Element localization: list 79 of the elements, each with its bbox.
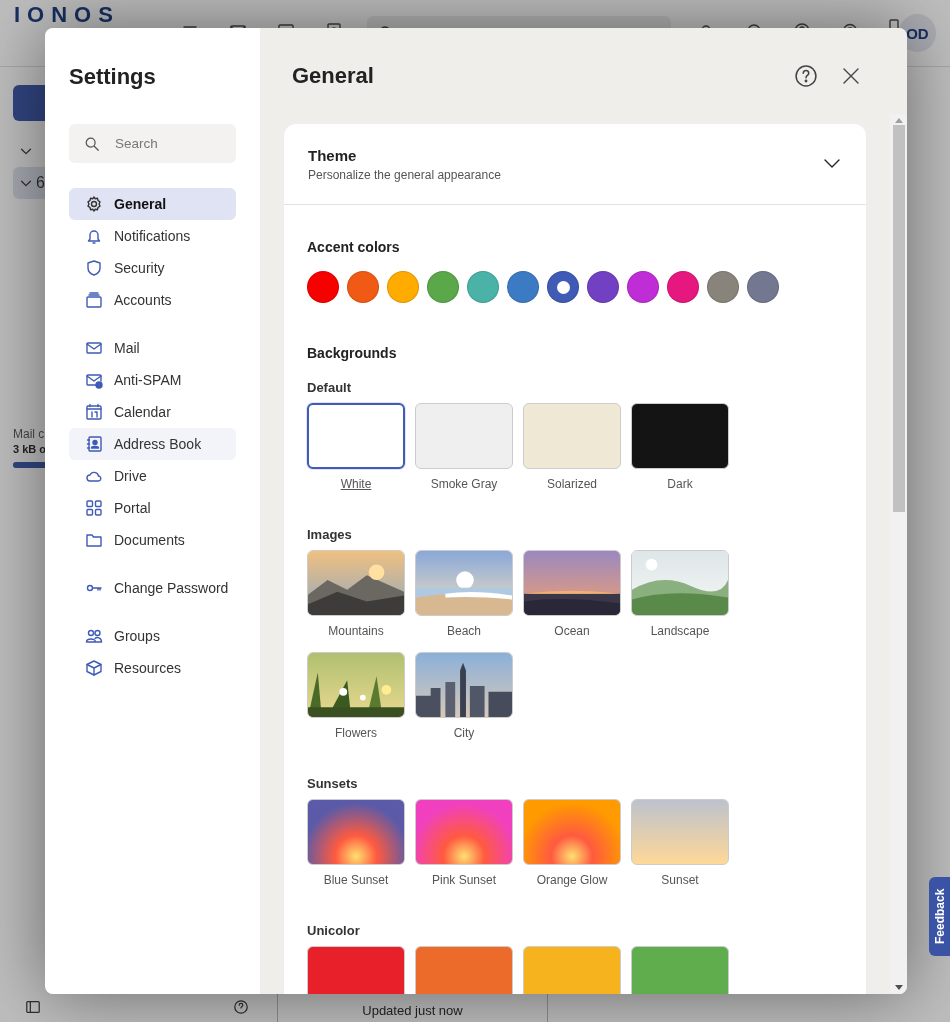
- close-icon: [841, 66, 861, 86]
- accent-color-swatch[interactable]: [627, 271, 659, 303]
- accent-color-swatch[interactable]: [547, 271, 579, 303]
- section-heading: Backgrounds: [307, 345, 398, 361]
- background-swatch[interactable]: [307, 403, 405, 469]
- sidebar-item[interactable]: Security: [69, 252, 236, 284]
- swatch-label: Smoke Gray: [430, 477, 498, 493]
- mail-block-icon: [85, 371, 103, 389]
- group-heading: Unicolor: [307, 923, 361, 938]
- swatch-label: Mountains: [328, 624, 384, 640]
- sidebar-item[interactable]: Portal: [69, 492, 236, 524]
- swatch-label: City: [453, 726, 475, 742]
- swatch-label: Orange Glow: [536, 873, 608, 889]
- sidebar-item[interactable]: Notifications: [69, 220, 236, 252]
- sidebar-item[interactable]: Documents: [69, 524, 236, 556]
- accent-color-swatch[interactable]: [747, 271, 779, 303]
- scrollbar[interactable]: [890, 114, 907, 994]
- swatch-label: Blue Sunset: [323, 873, 389, 889]
- device-icon: [888, 19, 899, 28]
- swatch-label: Dark: [667, 477, 693, 493]
- mail-icon: [85, 339, 103, 357]
- swatch-label: Beach: [447, 624, 481, 640]
- sidebar-item[interactable]: General: [69, 188, 236, 220]
- section-title: Theme: [308, 146, 358, 164]
- quota-label: Mail c: [13, 427, 45, 441]
- swatch-label: Ocean: [554, 624, 590, 640]
- group-heading: Sunsets: [307, 776, 359, 791]
- sidebar-item[interactable]: Address Book: [69, 428, 236, 460]
- accent-color-swatch[interactable]: [707, 271, 739, 303]
- sidebar-item[interactable]: Change Password: [69, 572, 236, 604]
- sidebar-item[interactable]: Calendar: [69, 396, 236, 428]
- logo[interactable]: IONOS: [14, 4, 152, 26]
- swatch-label: Flowers: [335, 726, 377, 742]
- box-icon: [85, 659, 103, 677]
- feedback-tab[interactable]: Feedback: [929, 877, 950, 956]
- search-icon: [84, 136, 100, 152]
- page-title: General: [292, 63, 375, 89]
- settings-dialog-title: Settings: [69, 65, 157, 89]
- help-icon: [795, 65, 817, 87]
- calendar-icon: [85, 403, 103, 421]
- accent-color-swatch[interactable]: [347, 271, 379, 303]
- sidebar-item[interactable]: Drive: [69, 460, 236, 492]
- accent-color-swatch[interactable]: [307, 271, 339, 303]
- grid-icon: [85, 499, 103, 517]
- quota-value: 3 kB o: [13, 443, 46, 455]
- folder-count: 6: [36, 174, 45, 192]
- sidebar-item[interactable]: Mail: [69, 332, 236, 364]
- accent-color-swatch[interactable]: [507, 271, 539, 303]
- accent-color-swatch[interactable]: [387, 271, 419, 303]
- folder-icon: [85, 531, 103, 549]
- swatch-label: White: [340, 477, 372, 493]
- accent-color-swatch[interactable]: [427, 271, 459, 303]
- swatch-label: Pink Sunset: [431, 873, 496, 889]
- people-icon: [85, 627, 103, 645]
- gear-icon: [85, 195, 103, 213]
- bell-icon: [85, 227, 103, 245]
- stack-icon: [85, 291, 103, 309]
- sidebar-item[interactable]: Groups: [69, 620, 236, 652]
- shield-icon: [85, 259, 103, 277]
- accent-color-swatch[interactable]: [587, 271, 619, 303]
- sidebar-icon: [25, 999, 41, 1015]
- close-button[interactable]: [841, 66, 861, 86]
- swatch-label: Sunset: [661, 873, 699, 889]
- swatch-label: Landscape: [650, 624, 710, 640]
- contact-card-icon: [85, 435, 103, 453]
- sidebar-item[interactable]: Accounts: [69, 284, 236, 316]
- sidebar-item[interactable]: Anti-SPAM: [69, 364, 236, 396]
- accent-color-swatch[interactable]: [467, 271, 499, 303]
- swatch-label: Solarized: [547, 477, 597, 493]
- help-button[interactable]: [795, 65, 817, 87]
- group-heading: Images: [307, 527, 353, 542]
- sidebar-item[interactable]: Resources: [69, 652, 236, 684]
- section-subtitle: Personalize the general appearance: [308, 167, 502, 182]
- section-heading: Accent colors: [307, 239, 401, 255]
- group-heading: Default: [307, 380, 353, 395]
- theme-header[interactable]: Theme Personalize the general appearance: [284, 124, 866, 205]
- accent-color-swatch[interactable]: [667, 271, 699, 303]
- search-field[interactable]: Search: [69, 124, 236, 163]
- help-icon: [233, 999, 249, 1015]
